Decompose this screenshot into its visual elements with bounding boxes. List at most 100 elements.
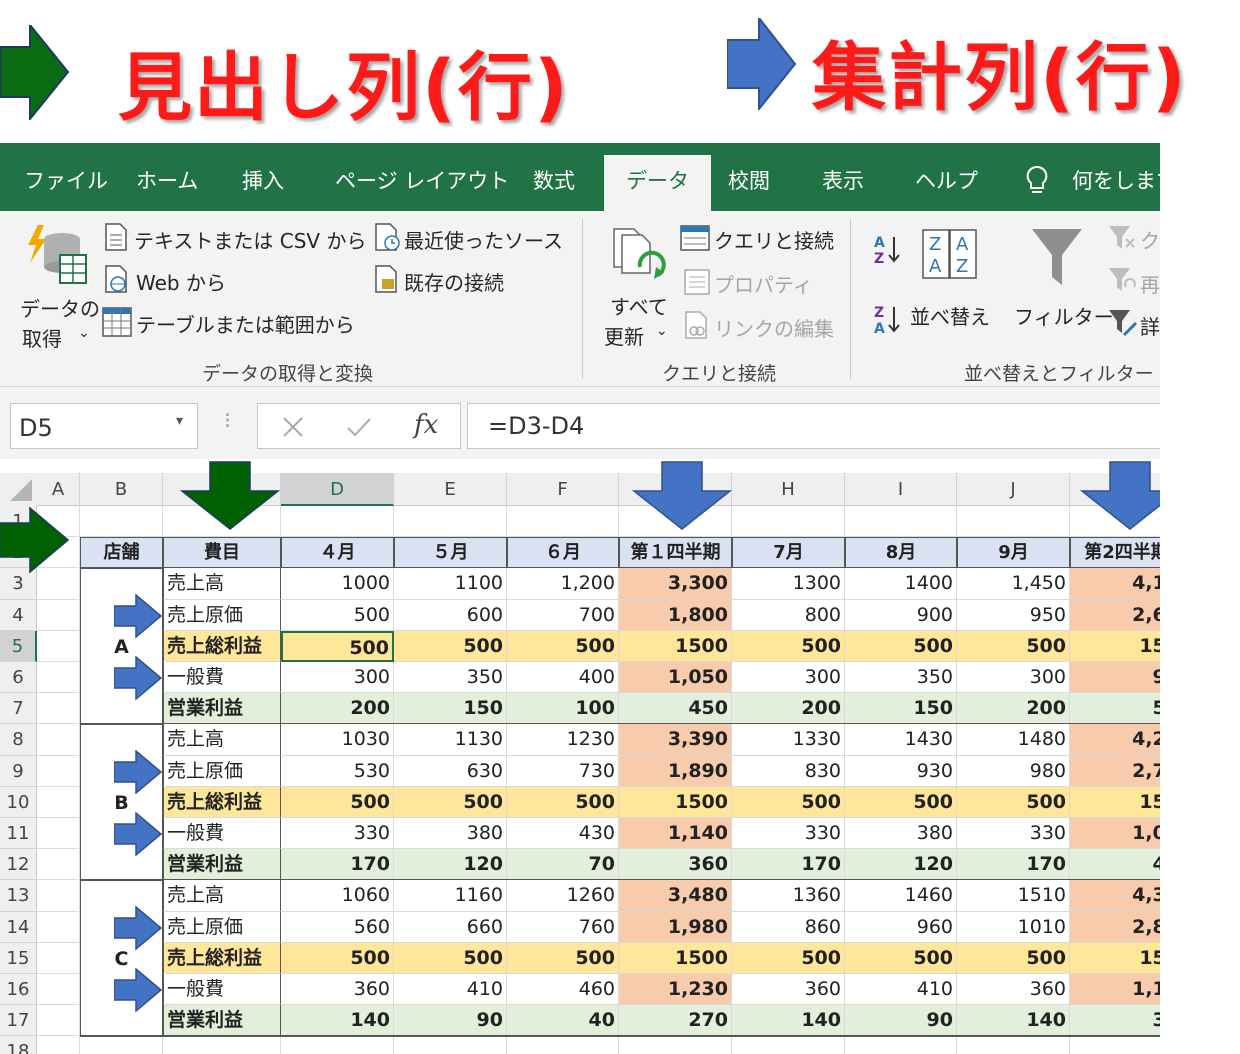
refresh-dropdown-icon[interactable]: ⌄ xyxy=(656,323,668,339)
refresh-all-icon[interactable] xyxy=(610,227,666,287)
expense-item-cell[interactable]: 売上総利益 xyxy=(163,942,281,974)
value-cell[interactable]: 3,390 xyxy=(619,724,732,756)
value-cell[interactable]: 95 xyxy=(1070,662,1160,694)
name-box[interactable]: D5 xyxy=(10,403,198,449)
table-header-cell[interactable]: ６月 xyxy=(507,537,619,569)
value-cell[interactable]: 500 xyxy=(281,599,394,631)
tab-data[interactable]: データ xyxy=(604,155,711,211)
value-cell[interactable]: 1160 xyxy=(394,880,507,912)
row-header-11[interactable]: 11 xyxy=(0,818,37,850)
get-data-label-1[interactable]: データの xyxy=(20,293,100,322)
row-header-10[interactable]: 10 xyxy=(0,786,37,818)
value-cell[interactable]: 500 xyxy=(281,786,394,818)
value-cell[interactable]: 500 xyxy=(394,942,507,974)
value-cell[interactable]: 960 xyxy=(845,911,957,943)
expense-item-cell[interactable]: 営業利益 xyxy=(163,1005,281,1037)
tab-review[interactable]: 校閲 xyxy=(728,165,770,195)
value-cell[interactable]: 2,83 xyxy=(1070,911,1160,943)
expense-item-cell[interactable]: 売上原価 xyxy=(163,911,281,943)
filter-icon[interactable] xyxy=(1030,227,1084,289)
value-cell[interactable]: 1500 xyxy=(619,786,732,818)
row-header-4[interactable]: 4 xyxy=(0,599,37,631)
value-cell[interactable]: 40 xyxy=(507,1005,619,1037)
value-cell[interactable]: 500 xyxy=(845,786,957,818)
filter-button[interactable]: フィルター xyxy=(1014,301,1114,330)
expense-item-cell[interactable]: 一般費 xyxy=(163,974,281,1006)
value-cell[interactable]: 150 xyxy=(845,693,957,725)
sort-za-icon[interactable]: Z A xyxy=(872,303,904,337)
value-cell[interactable]: 1300 xyxy=(732,568,845,600)
value-cell[interactable]: 1,450 xyxy=(957,568,1070,600)
value-cell[interactable]: 950 xyxy=(957,599,1070,631)
expense-item-cell[interactable]: 売上総利益 xyxy=(163,786,281,818)
formula-input[interactable]: =D3-D4 xyxy=(467,403,1160,449)
value-cell[interactable]: 500 xyxy=(732,942,845,974)
value-cell[interactable]: 4,33 xyxy=(1070,880,1160,912)
value-cell[interactable]: 500 xyxy=(957,786,1070,818)
value-cell[interactable]: 500 xyxy=(507,630,619,662)
tab-file[interactable]: ファイル xyxy=(24,165,108,195)
grid-cell[interactable] xyxy=(281,506,394,538)
edit-links-button[interactable]: リンクの編集 xyxy=(714,313,834,342)
grid-cell[interactable] xyxy=(37,849,80,881)
table-header-cell[interactable]: 店舗 xyxy=(80,537,163,569)
value-cell[interactable]: 1260 xyxy=(507,880,619,912)
refresh-all-label-2[interactable]: 更新 xyxy=(604,321,644,350)
sort-az-icon[interactable]: A Z xyxy=(872,233,904,267)
value-cell[interactable]: 330 xyxy=(957,818,1070,850)
column-header-e[interactable]: E xyxy=(394,473,507,506)
column-header-i[interactable]: I xyxy=(845,473,957,506)
sort-button[interactable]: 並べ替え xyxy=(910,301,990,330)
value-cell[interactable]: 1,04 xyxy=(1070,818,1160,850)
value-cell[interactable]: 410 xyxy=(394,974,507,1006)
value-cell[interactable]: 330 xyxy=(281,818,394,850)
expense-item-cell[interactable]: 売上原価 xyxy=(163,599,281,631)
value-cell[interactable]: 2,74 xyxy=(1070,755,1160,787)
table-header-cell[interactable]: 第１四半期 xyxy=(619,537,732,569)
value-cell[interactable]: 100 xyxy=(507,693,619,725)
row-header-6[interactable]: 6 xyxy=(0,662,37,694)
value-cell[interactable]: 46 xyxy=(1070,849,1160,881)
value-cell[interactable]: 410 xyxy=(845,974,957,1006)
tab-help[interactable]: ヘルプ xyxy=(915,165,978,195)
grid-cell[interactable] xyxy=(80,506,163,538)
from-web-button[interactable]: Web から xyxy=(136,267,226,296)
custom-sort-icon[interactable]: Z A A Z xyxy=(922,229,978,279)
tell-me-search[interactable]: 何をします xyxy=(1072,165,1160,195)
value-cell[interactable]: 170 xyxy=(732,849,845,881)
table-header-cell[interactable]: ４月 xyxy=(281,537,394,569)
more-options-icon[interactable]: ⁝ xyxy=(224,409,231,434)
value-cell[interactable]: 1,200 xyxy=(507,568,619,600)
grid-cell[interactable] xyxy=(37,724,80,756)
row-header-18[interactable]: 18 xyxy=(0,1036,37,1054)
value-cell[interactable]: 150 xyxy=(1070,942,1160,974)
grid-cell[interactable] xyxy=(394,506,507,538)
row-header-16[interactable]: 16 xyxy=(0,974,37,1006)
value-cell[interactable]: 70 xyxy=(507,849,619,881)
value-cell[interactable]: 150 xyxy=(394,693,507,725)
value-cell[interactable]: 380 xyxy=(845,818,957,850)
value-cell[interactable]: 90 xyxy=(394,1005,507,1037)
get-data-dropdown-icon[interactable]: ⌄ xyxy=(78,325,90,341)
value-cell[interactable]: 860 xyxy=(732,911,845,943)
value-cell[interactable]: 500 xyxy=(394,630,507,662)
grid-cell[interactable] xyxy=(507,1036,619,1054)
value-cell[interactable]: 270 xyxy=(619,1005,732,1037)
grid-cell[interactable] xyxy=(507,506,619,538)
value-cell[interactable]: 500 xyxy=(732,630,845,662)
expense-item-cell[interactable]: 売上高 xyxy=(163,880,281,912)
value-cell[interactable]: 500 xyxy=(732,786,845,818)
value-cell[interactable]: 500 xyxy=(845,630,957,662)
value-cell[interactable]: 2,65 xyxy=(1070,599,1160,631)
grid-cell[interactable] xyxy=(957,1036,1070,1054)
value-cell[interactable]: 140 xyxy=(281,1005,394,1037)
grid-cell[interactable] xyxy=(37,911,80,943)
value-cell[interactable]: 150 xyxy=(1070,786,1160,818)
row-header-8[interactable]: 8 xyxy=(0,724,37,756)
row-header-12[interactable]: 12 xyxy=(0,849,37,881)
value-cell[interactable]: 1460 xyxy=(845,880,957,912)
expense-item-cell[interactable]: 売上原価 xyxy=(163,755,281,787)
value-cell[interactable]: 200 xyxy=(281,693,394,725)
value-cell[interactable]: 500 xyxy=(957,630,1070,662)
column-header-a[interactable]: A xyxy=(37,473,80,506)
